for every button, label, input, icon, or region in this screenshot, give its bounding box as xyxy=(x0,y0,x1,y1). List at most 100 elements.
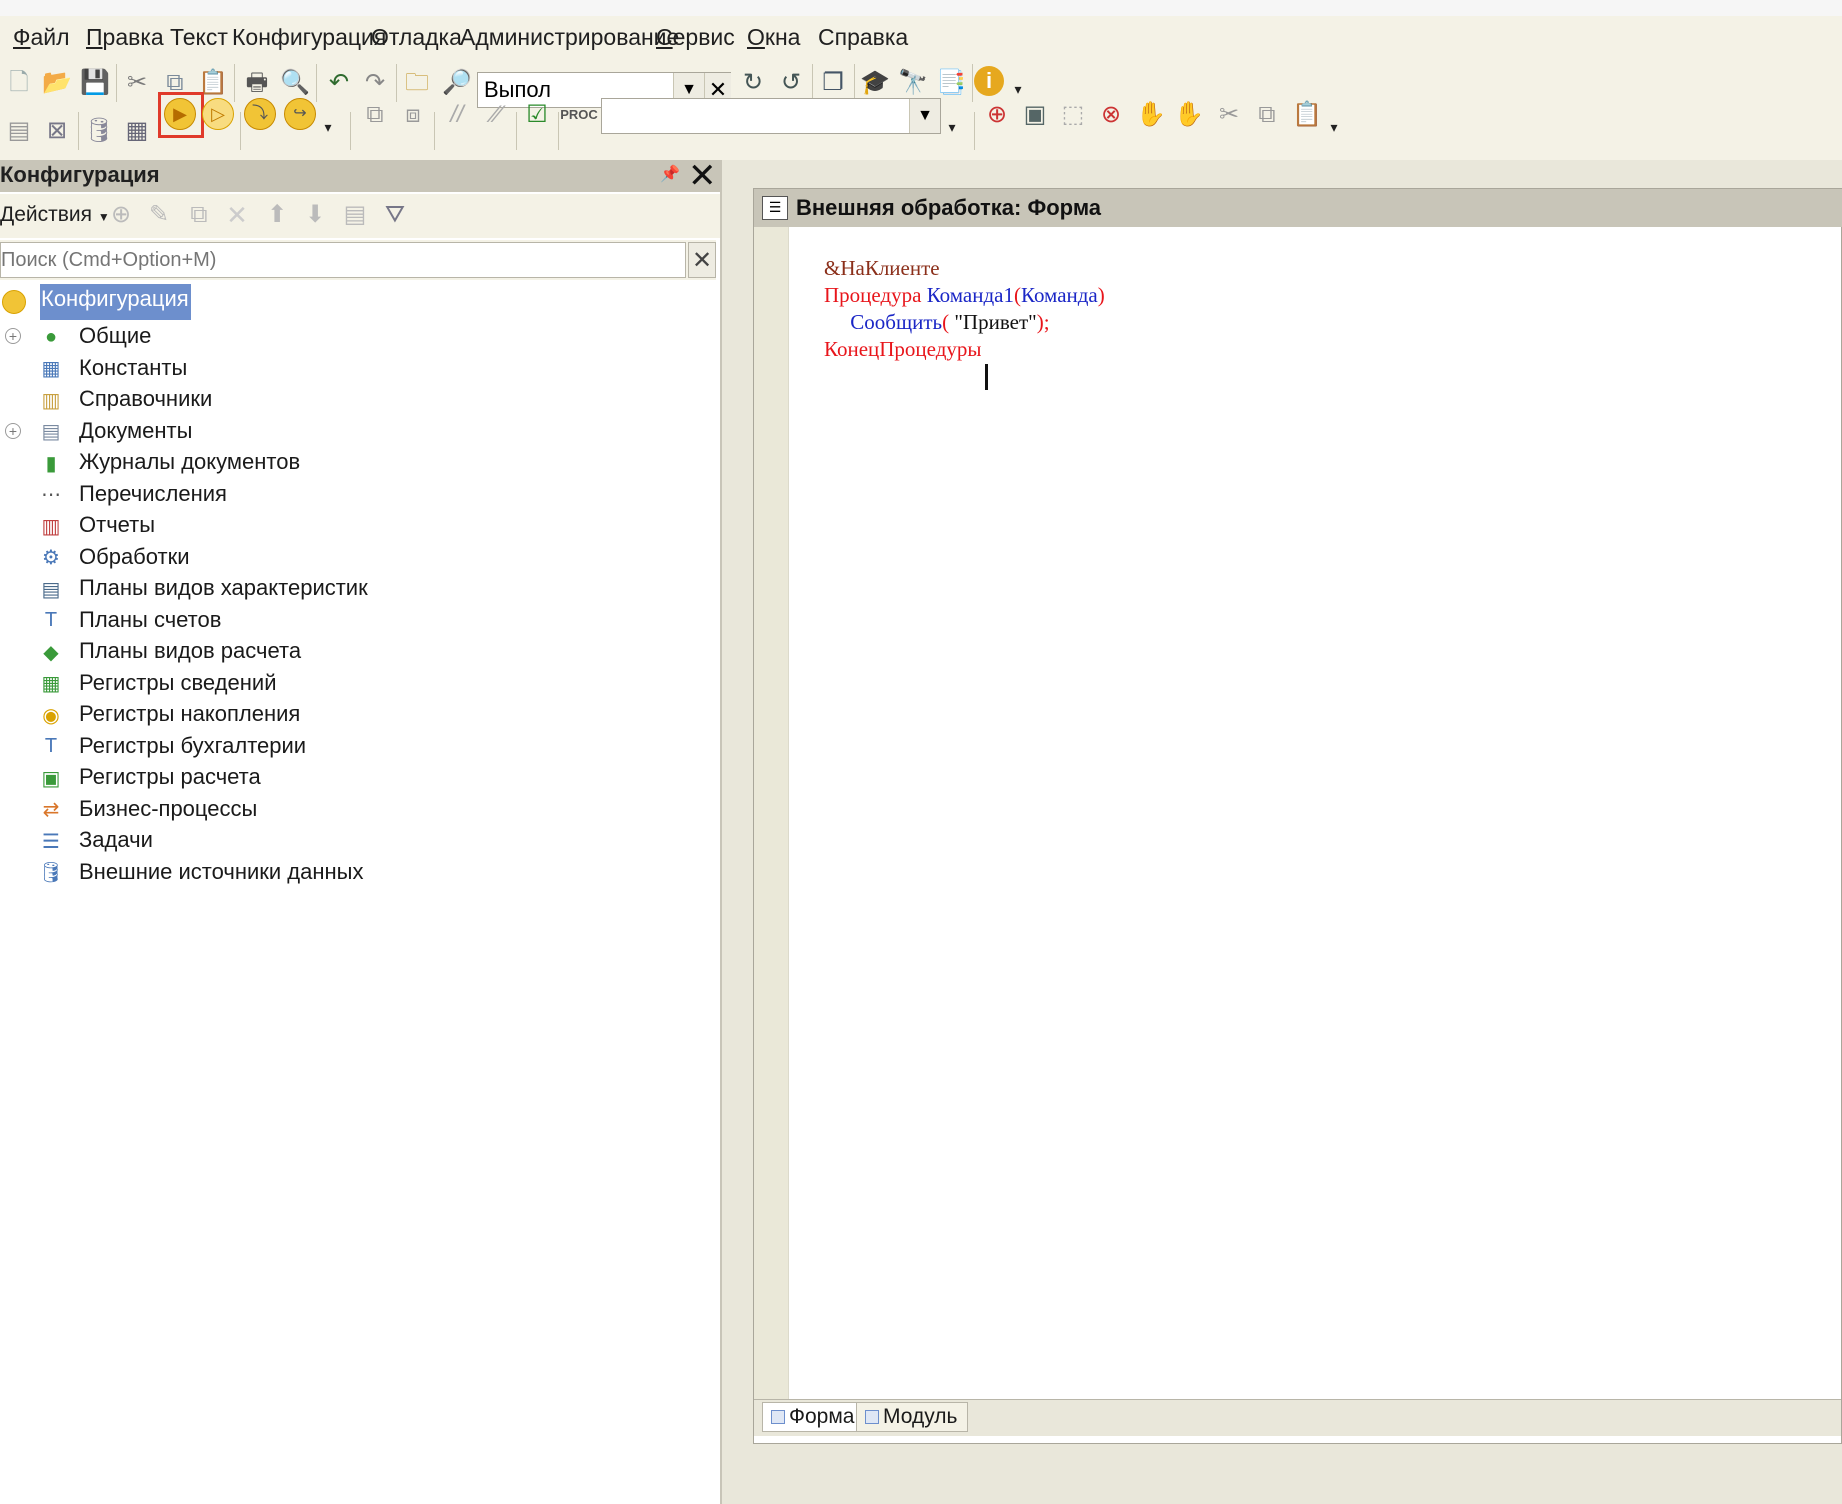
search-clear-icon[interactable]: ✕ xyxy=(688,242,716,278)
cut-icon[interactable]: ✂ xyxy=(120,66,154,100)
tree-item[interactable]: 🛢 Внешние источники данных xyxy=(0,856,716,892)
remove-breakpoints-icon[interactable]: ⊗ xyxy=(1094,98,1128,132)
expand-icon[interactable]: + xyxy=(5,422,21,439)
step-over-icon[interactable]: ↪ xyxy=(284,98,316,130)
windows-icon[interactable]: ❐ xyxy=(816,66,850,100)
tree-item-label: Регистры расчета xyxy=(79,764,261,789)
reports-icon: ▥ xyxy=(41,515,61,538)
redo-icon[interactable]: ↷ xyxy=(358,66,392,100)
editor-tabs: Форма Модуль xyxy=(754,1399,1841,1436)
compare-icon[interactable]: ⊠ xyxy=(40,114,74,148)
menu-help[interactable]: Справка xyxy=(818,24,908,51)
module-tab-icon xyxy=(865,1410,879,1425)
assistant-icon[interactable]: 🎓 xyxy=(858,66,892,100)
reference-icon[interactable]: 📑 xyxy=(934,66,968,100)
code-directive: &НаКлиенте xyxy=(824,256,940,280)
comment-icon[interactable]: // xyxy=(440,98,474,132)
code-parameter: Команда xyxy=(1020,283,1098,307)
menu-service[interactable]: Сервис xyxy=(656,24,735,51)
tree-item-label: Обработки xyxy=(79,543,190,569)
code-paren-open: ( xyxy=(1013,283,1021,307)
add-icon[interactable]: ⊕ xyxy=(104,198,138,232)
close-icon[interactable]: ✕ xyxy=(688,156,717,196)
procedures-icon[interactable]: PROC xyxy=(560,98,598,132)
expand-icon[interactable]: + xyxy=(5,328,21,344)
start-debugging-icon[interactable]: ▶ xyxy=(164,98,196,130)
editor-titlebar: ☰ Внешняя обработка: Форма xyxy=(754,189,1842,227)
edit-icon[interactable]: ✎ xyxy=(142,198,176,232)
tree-item-label: Перечисления xyxy=(79,480,227,506)
search-input[interactable] xyxy=(0,242,686,278)
menu-windows[interactable]: Окна xyxy=(747,24,800,51)
menu-edit[interactable]: Правка xyxy=(86,24,164,51)
info-icon[interactable]: i xyxy=(974,66,1004,96)
undo-icon[interactable]: ↶ xyxy=(322,66,356,100)
toolbar-more-dropdown-icon[interactable]: ▾ xyxy=(1324,110,1344,144)
menu-administration[interactable]: Администрирование xyxy=(460,24,679,51)
accum-registers-icon: ◉ xyxy=(42,704,60,727)
move-down-icon[interactable]: ⬇ xyxy=(298,198,332,232)
tree-root[interactable]: Конфигурация xyxy=(0,284,716,320)
block-remove-icon[interactable]: ⧈ xyxy=(396,98,430,132)
print-icon[interactable]: 🖶 xyxy=(240,66,274,100)
open-folder-icon[interactable]: 📂 xyxy=(40,66,74,100)
chevron-down-icon[interactable]: ▼ xyxy=(909,99,940,133)
block-add-icon[interactable]: ⧉ xyxy=(358,98,392,132)
add-breakpoint-icon[interactable]: ⊕ xyxy=(980,98,1014,132)
find-icon[interactable]: 🔎 xyxy=(440,66,474,100)
code-procedure-name: Команда1 xyxy=(926,283,1014,307)
panel-actions-bar: Действия ▼ ⊕ ✎ ⧉ ✕ ⬆ ⬇ ▤ ⛛ xyxy=(0,194,720,238)
stop-icon[interactable]: ✋ xyxy=(1172,98,1206,132)
step-into-icon[interactable]: ⤵ xyxy=(244,98,276,130)
detach-icon[interactable]: ✂ xyxy=(1212,98,1246,132)
templates-icon[interactable]: 📋 xyxy=(1290,98,1324,132)
menu-debug[interactable]: Отладка xyxy=(371,24,462,51)
stop-on-error-icon[interactable]: ✋ xyxy=(1134,98,1168,132)
documents-icon: ▤ xyxy=(41,421,61,443)
tab-module[interactable]: Модуль xyxy=(856,1402,969,1432)
delete-icon[interactable]: ✕ xyxy=(220,198,254,232)
pin-icon[interactable]: 📌 xyxy=(660,164,680,184)
run-enterprise-icon[interactable]: ▷ xyxy=(202,98,234,130)
objects-icon[interactable]: ⧉ xyxy=(1250,98,1284,132)
menu-file[interactable]: Файл xyxy=(13,24,70,51)
combo-more-dropdown-icon[interactable]: ▾ xyxy=(942,110,962,144)
breakpoint-list-icon[interactable]: ▣ xyxy=(1018,98,1052,132)
find-previous-icon[interactable]: ↺ xyxy=(774,66,808,100)
find-in-files-icon[interactable]: 🗀 xyxy=(400,66,434,100)
config-tree-icon[interactable]: ▤ xyxy=(2,114,36,148)
actions-menu-button[interactable]: Действия ▼ xyxy=(0,203,110,227)
tab-form[interactable]: Форма xyxy=(762,1402,866,1432)
window-top-strip xyxy=(0,0,1842,17)
uncomment-icon[interactable]: ⁄⁄ xyxy=(480,98,514,132)
disable-breakpoint-icon[interactable]: ⬚ xyxy=(1056,98,1090,132)
tree-item-label: Константы xyxy=(79,354,188,380)
print-preview-icon[interactable]: 🔍 xyxy=(278,66,312,100)
syntax-check-icon[interactable]: ☑ xyxy=(520,98,554,132)
move-up-icon[interactable]: ⬆ xyxy=(260,198,294,232)
find-next-icon[interactable]: ↻ xyxy=(736,66,770,100)
editor-gutter[interactable] xyxy=(754,227,789,1399)
tree-item-label: Задачи xyxy=(79,827,153,852)
code-call-open: ( xyxy=(942,310,955,334)
menu-text[interactable]: Текст xyxy=(170,24,228,51)
save-icon[interactable]: 💾 xyxy=(78,66,112,100)
debug-more-dropdown-icon[interactable]: ▾ xyxy=(318,110,338,144)
accounts-icon: T xyxy=(44,609,58,631)
database-icon[interactable]: 🛢 xyxy=(82,114,116,148)
code-string: "Привет" xyxy=(954,310,1037,334)
syntax-helper-icon[interactable]: 🔭 xyxy=(896,66,930,100)
window-layout-icon[interactable]: ▦ xyxy=(120,114,154,148)
copy-item-icon[interactable]: ⧉ xyxy=(182,198,216,232)
configuration-panel: Конфигурация 📌 ✕ Действия ▼ ⊕ ✎ ⧉ ✕ ⬆ ⬇ … xyxy=(0,157,722,1504)
new-document-icon[interactable]: 🗋 xyxy=(2,66,36,100)
code-call-close: ); xyxy=(1036,310,1050,334)
editor-title: Внешняя обработка: Форма xyxy=(796,195,1102,220)
char-types-icon: ▤ xyxy=(41,578,61,601)
filter-icon[interactable]: ⛛ xyxy=(378,198,412,232)
procedure-combo[interactable]: ▼ xyxy=(601,98,941,134)
menu-configuration[interactable]: Конфигурация xyxy=(232,24,386,51)
sort-icon[interactable]: ▤ xyxy=(338,198,372,232)
calc-types-icon: ◆ xyxy=(43,641,59,664)
code-area[interactable]: &НаКлиенте Процедура Команда1(Команда) С… xyxy=(824,255,1105,363)
